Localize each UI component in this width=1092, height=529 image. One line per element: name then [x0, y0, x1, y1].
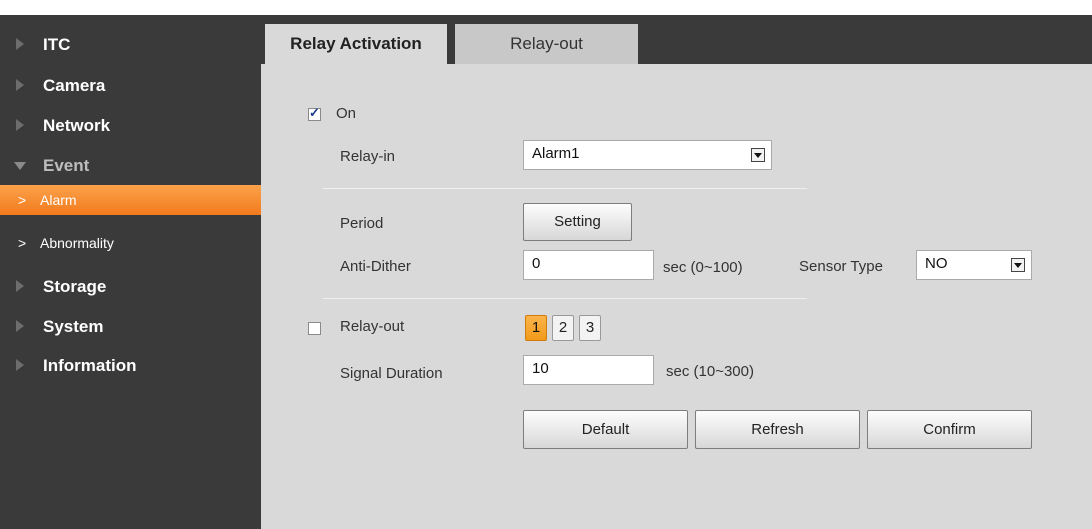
- relay-out-channel-1[interactable]: 1: [525, 315, 547, 341]
- caret-right-icon: [16, 320, 24, 332]
- sidebar-item-label: Event: [43, 156, 90, 175]
- caret-right-icon: [16, 38, 24, 50]
- chevron-right-icon: >: [18, 235, 27, 251]
- anti-dither-input[interactable]: 0: [523, 250, 654, 280]
- tab-bar: Relay Activation Relay-out: [261, 15, 1092, 64]
- caret-down-icon: [14, 162, 26, 170]
- signal-duration-input[interactable]: 10: [523, 355, 654, 385]
- signal-duration-unit: sec (10~300): [666, 363, 754, 380]
- confirm-button[interactable]: Confirm: [867, 410, 1032, 449]
- on-label: On: [336, 105, 357, 122]
- tab-relay-activation[interactable]: Relay Activation: [265, 24, 447, 64]
- relay-in-label: Relay-in: [340, 148, 396, 165]
- checkmark-icon: ✓: [309, 105, 320, 120]
- sidebar-item-label: ITC: [43, 35, 71, 54]
- on-checkbox[interactable]: ✓: [308, 105, 321, 121]
- sidebar-item-label: Information: [43, 356, 137, 375]
- sidebar-item-label: Abnormality: [40, 235, 114, 251]
- period-label: Period: [340, 215, 384, 232]
- sidebar-item-label: Camera: [43, 76, 106, 95]
- sidebar-item-network[interactable]: Network: [0, 107, 261, 145]
- relay-in-value: Alarm1: [532, 145, 580, 162]
- sidebar-item-label: Storage: [43, 277, 107, 296]
- sidebar: ITC Camera Network Event > Alarm > Abnor…: [0, 15, 261, 529]
- tab-relay-out[interactable]: Relay-out: [455, 24, 638, 64]
- caret-right-icon: [16, 280, 24, 292]
- sidebar-item-camera[interactable]: Camera: [0, 67, 261, 105]
- sidebar-item-information[interactable]: Information: [0, 347, 261, 385]
- chevron-right-icon: >: [18, 192, 27, 208]
- sidebar-item-event[interactable]: Event: [0, 147, 261, 185]
- sidebar-item-label: Alarm: [40, 192, 77, 208]
- relay-out-checkbox[interactable]: [308, 322, 321, 335]
- sidebar-item-itc[interactable]: ITC: [0, 26, 261, 64]
- chevron-down-icon: [1011, 258, 1025, 272]
- divider: [323, 298, 807, 299]
- period-setting-button[interactable]: Setting: [523, 203, 632, 241]
- sensor-type-label: Sensor Type: [799, 258, 883, 275]
- anti-dither-label: Anti-Dither: [340, 258, 411, 275]
- relay-in-select[interactable]: Alarm1: [523, 140, 772, 170]
- relay-out-label: Relay-out: [340, 318, 405, 335]
- sensor-type-select[interactable]: NO: [916, 250, 1032, 280]
- sidebar-item-abnormality[interactable]: > Abnormality: [0, 228, 261, 258]
- sidebar-item-label: System: [43, 317, 104, 336]
- anti-dither-unit: sec (0~100): [663, 259, 743, 276]
- sensor-type-value: NO: [925, 255, 948, 272]
- sidebar-item-alarm[interactable]: > Alarm: [0, 185, 261, 215]
- relay-out-channel-3[interactable]: 3: [579, 315, 601, 341]
- relay-out-channel-2[interactable]: 2: [552, 315, 574, 341]
- refresh-button[interactable]: Refresh: [695, 410, 860, 449]
- signal-duration-label: Signal Duration: [340, 365, 443, 382]
- divider: [323, 188, 807, 189]
- caret-right-icon: [16, 119, 24, 131]
- sidebar-item-label: Network: [43, 116, 111, 135]
- sidebar-item-storage[interactable]: Storage: [0, 268, 261, 306]
- sidebar-item-system[interactable]: System: [0, 308, 261, 346]
- content-panel: Relay Activation Relay-out ✓ On Relay-in…: [261, 15, 1092, 529]
- caret-right-icon: [16, 359, 24, 371]
- chevron-down-icon: [751, 148, 765, 162]
- default-button[interactable]: Default: [523, 410, 688, 449]
- caret-right-icon: [16, 79, 24, 91]
